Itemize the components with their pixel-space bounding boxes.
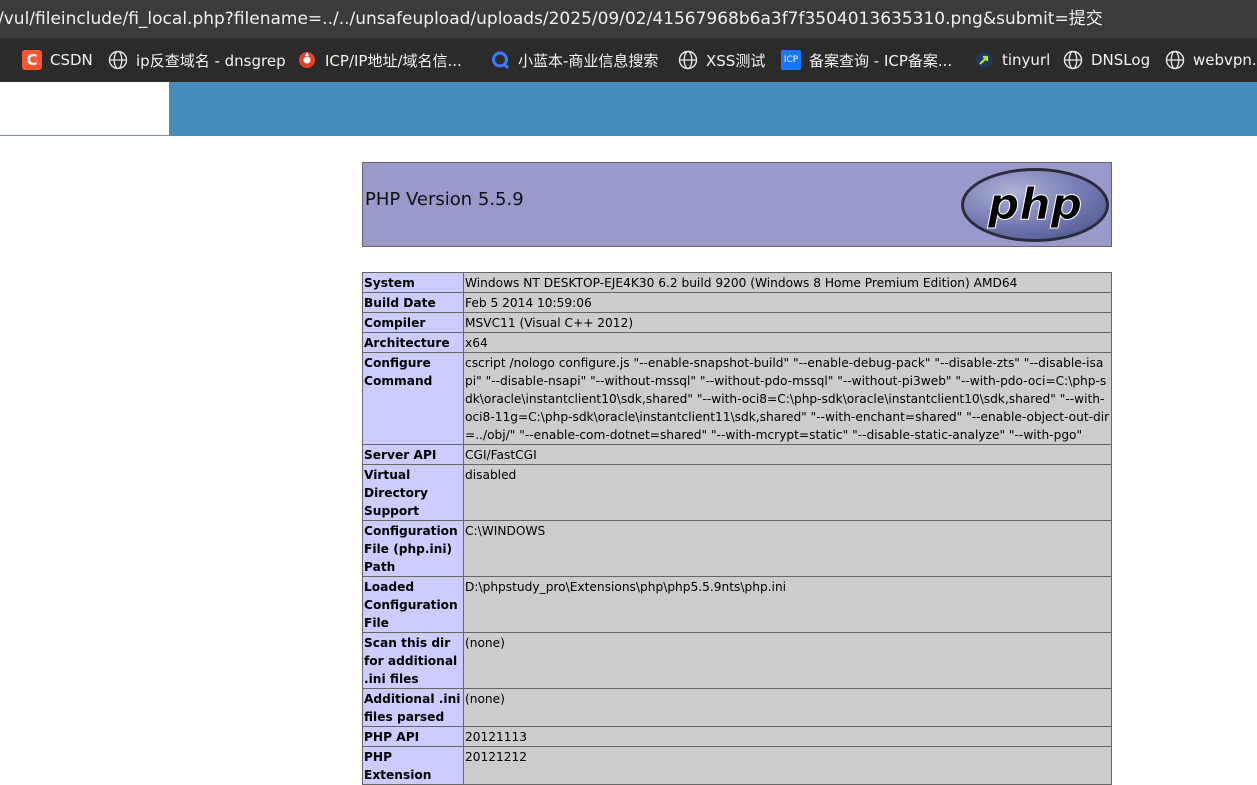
table-row: Build Date Feb 5 2014 10:59:06 xyxy=(362,292,1112,313)
table-row: System Windows NT DESKTOP-EJE4K30 6.2 bui… xyxy=(362,272,1112,293)
bookmark-label: ICP/IP地址/域名信... xyxy=(325,51,462,70)
row-key: Configure Command xyxy=(362,352,464,445)
table-row: Additional .ini files parsed (none) xyxy=(362,688,1112,727)
page-left-panel xyxy=(0,82,169,136)
globe-icon xyxy=(1063,50,1083,70)
table-row: Loaded Configuration File D:\phpstudy_pro… xyxy=(362,576,1112,633)
url-text[interactable]: /vul/fileinclude/fi_local.php?filename=.… xyxy=(0,0,1103,38)
bookmark-label: CSDN xyxy=(50,51,93,69)
icp-icon: ICP xyxy=(781,50,801,70)
row-value: disabled xyxy=(463,464,1112,521)
row-value: 20121212 xyxy=(463,746,1112,785)
bookmark-webvpn[interactable]: webvpn.l xyxy=(1165,38,1257,82)
bookmark-tinyurl[interactable]: tinyurl xyxy=(974,38,1050,82)
xiaolanben-icon xyxy=(490,50,510,70)
table-row: PHP Extension 20121212 xyxy=(362,746,1112,785)
table-row: Scan this dir for additional .ini files(… xyxy=(362,632,1112,689)
table-row: Architecture x64 xyxy=(362,332,1112,353)
bookmark-csdn[interactable]: C CSDN xyxy=(22,38,93,82)
table-row: Configuration File (php.ini) Path C:\WIND… xyxy=(362,520,1112,577)
globe-icon xyxy=(108,50,128,70)
bookmark-label: DNSLog xyxy=(1091,51,1151,69)
row-key: Architecture xyxy=(362,332,464,353)
row-value: x64 xyxy=(463,332,1112,353)
row-value: C:\WINDOWS xyxy=(463,520,1112,577)
bookmark-xss[interactable]: XSS测试 xyxy=(678,38,765,82)
address-bar[interactable]: /vul/fileinclude/fi_local.php?filename=.… xyxy=(0,0,1257,38)
row-value: Feb 5 2014 10:59:06 xyxy=(463,292,1112,313)
row-value: (none) xyxy=(463,688,1112,727)
csdn-icon: C xyxy=(22,50,42,70)
table-row: Configure Command cscript /nologo configu… xyxy=(362,352,1112,445)
php-logo: php xyxy=(961,168,1109,242)
row-key: Additional .ini files parsed xyxy=(362,688,464,727)
bookmark-icp-ip[interactable]: ICP/IP地址/域名信... xyxy=(297,38,462,82)
globe-icon xyxy=(1165,50,1185,70)
tinyurl-icon xyxy=(974,50,994,70)
bookmarks-bar: C CSDN ip反查域名 - dnsgrep ICP/IP地址/域名信... … xyxy=(0,38,1257,82)
row-key: System xyxy=(362,272,464,293)
row-value: D:\phpstudy_pro\Extensions\php\php5.5.9n… xyxy=(463,576,1112,633)
icp-search-icon xyxy=(297,50,317,70)
row-key: PHP Extension xyxy=(362,746,464,785)
bookmark-label: 小蓝本-商业信息搜索 xyxy=(518,51,659,70)
row-value: CGI/FastCGI xyxy=(463,444,1112,465)
row-value: cscript /nologo configure.js "--enable-s… xyxy=(463,352,1112,445)
phpinfo-table-body: System Windows NT DESKTOP-EJE4K30 6.2 bui… xyxy=(362,272,1112,785)
bookmark-label: XSS测试 xyxy=(706,51,766,70)
bookmark-dnslog[interactable]: DNSLog xyxy=(1063,38,1150,82)
bookmark-label: 备案查询 - ICP备案... xyxy=(809,51,953,70)
php-logo-text: php xyxy=(987,179,1082,230)
bookmark-label: ip反查域名 - dnsgrep xyxy=(136,51,286,70)
row-value: MSVC11 (Visual C++ 2012) xyxy=(463,312,1112,333)
bookmark-xiaolanben[interactable]: 小蓝本-商业信息搜索 xyxy=(490,38,658,82)
page-header-band xyxy=(169,82,1257,136)
bookmark-beian[interactable]: ICP 备案查询 - ICP备案... xyxy=(781,38,952,82)
row-key: Compiler xyxy=(362,312,464,333)
bookmark-label: tinyurl xyxy=(1002,51,1051,69)
row-key: Virtual Directory Support xyxy=(362,464,464,521)
row-key: Configuration File (php.ini) Path xyxy=(362,520,464,577)
globe-icon xyxy=(678,50,698,70)
row-key: Loaded Configuration File xyxy=(362,576,464,633)
row-value: (none) xyxy=(463,632,1112,689)
table-row: Virtual Directory Support disabled xyxy=(362,464,1112,521)
row-key: Build Date xyxy=(362,292,464,313)
php-version-header: PHP Version 5.5.9 php xyxy=(362,162,1112,247)
row-value: Windows NT DESKTOP-EJE4K30 6.2 build 920… xyxy=(463,272,1112,293)
table-row: Server API CGI/FastCGI xyxy=(362,444,1112,465)
php-version-title: PHP Version 5.5.9 xyxy=(365,189,524,210)
bookmark-dnsgrep[interactable]: ip反查域名 - dnsgrep xyxy=(108,38,286,82)
table-row: Compiler MSVC11 (Visual C++ 2012) xyxy=(362,312,1112,333)
row-key: Server API xyxy=(362,444,464,465)
phpinfo-table: System Windows NT DESKTOP-EJE4K30 6.2 bui… xyxy=(362,272,1112,785)
bookmark-label: webvpn.l xyxy=(1193,51,1257,69)
row-key: Scan this dir for additional .ini files xyxy=(362,632,464,689)
